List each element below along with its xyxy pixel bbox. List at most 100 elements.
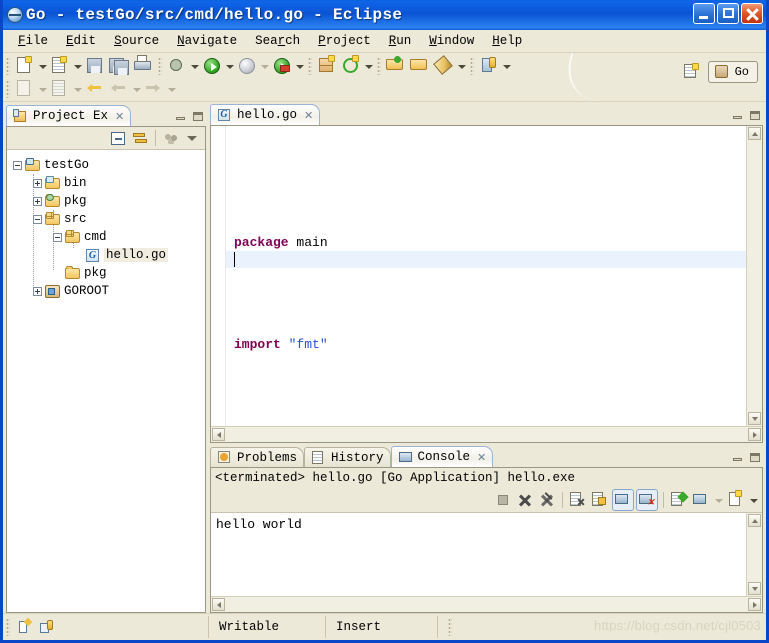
new-wizard-icon[interactable] [49,55,71,77]
editor-text-area[interactable]: package main import "fmt" func main() { … [226,126,746,426]
editor-vertical-scrollbar[interactable] [746,126,762,426]
open-console-icon[interactable] [726,490,746,510]
minimize-view-icon[interactable] [174,110,187,123]
toolbar-grip[interactable] [6,57,10,75]
new-go-project-icon[interactable] [340,55,362,77]
clear-console-icon[interactable] [568,490,588,510]
expander-pkg[interactable] [33,197,42,206]
debug-icon[interactable] [166,55,188,77]
menu-project[interactable]: Project [309,32,380,50]
open-resource-icon[interactable] [409,55,431,77]
expander-src[interactable] [33,215,42,224]
toolbar-grip-2[interactable] [158,57,162,75]
save-all-icon[interactable] [108,55,130,77]
tree-item-hello-go[interactable]: G hello.go [13,246,205,264]
tree-item-goroot[interactable]: GOROOT [13,282,205,300]
scroll-down-icon[interactable] [748,412,761,425]
console-tab-close-icon[interactable]: ✕ [477,451,486,464]
pin-console-icon[interactable] [669,490,689,510]
console-output-region[interactable]: hello world [211,513,762,596]
tree-item-src-pkg[interactable]: pkg [13,264,205,282]
toolbar-grip-5[interactable] [470,57,474,75]
new-file-icon[interactable] [14,55,36,77]
new-wizard-chevron-icon[interactable] [72,55,83,77]
tab-console[interactable]: Console ✕ [391,446,494,467]
annotation-chevron-icon[interactable] [37,78,48,100]
display-menu-chevron-icon[interactable] [713,489,724,511]
external-tools-icon[interactable] [271,55,293,77]
tab-problems[interactable]: Problems [210,447,304,467]
maximize-view-icon[interactable] [191,110,204,123]
console-scroll-up-icon[interactable] [748,514,761,527]
scroll-right-icon[interactable] [748,428,761,441]
minimize-editor-icon[interactable] [731,109,744,122]
console-vertical-scrollbar[interactable] [746,513,762,596]
menu-edit[interactable]: Edit [57,32,105,50]
toolbar-grip-4[interactable] [377,57,381,75]
editor-horizontal-scrollbar[interactable] [211,426,762,442]
tree-item-cmd[interactable]: cmd [13,228,205,246]
save-icon[interactable] [84,55,106,77]
focus-icon[interactable] [161,129,181,147]
external-tools-chevron-icon[interactable] [294,55,305,77]
console-scroll-left-icon[interactable] [212,598,225,611]
menu-window[interactable]: Window [420,32,483,50]
console-horizontal-scrollbar[interactable] [211,596,762,612]
menu-source[interactable]: Source [105,32,168,50]
pencil-icon[interactable] [433,55,455,77]
menu-run[interactable]: Run [380,32,421,50]
expander-goroot[interactable] [33,287,42,296]
project-tree[interactable]: testGo bin pkg [7,150,205,612]
print-icon[interactable] [132,55,154,77]
close-button[interactable] [741,3,763,24]
tree-item-src[interactable]: src [13,210,205,228]
display-selected-console-icon[interactable] [691,490,711,510]
link-with-editor-icon[interactable] [130,129,150,147]
scroll-left-icon[interactable] [212,428,225,441]
new-go-chevron-icon[interactable] [363,55,374,77]
maximize-editor-icon[interactable] [748,109,761,122]
tree-item-testgo[interactable]: testGo [13,156,205,174]
forward-icon[interactable] [143,78,165,100]
maximize-console-icon[interactable] [748,451,761,464]
tree-item-pkg[interactable]: pkg [13,192,205,210]
toolbar-grip-6[interactable] [6,80,10,98]
menu-navigate[interactable]: Navigate [168,32,246,50]
collapse-all-icon[interactable] [108,129,128,147]
menu-file[interactable]: File [9,32,57,50]
show-console-on-output-icon[interactable] [612,489,634,511]
new-file-chevron-icon[interactable] [37,55,48,77]
scroll-lock-icon[interactable] [590,490,610,510]
expander-bin[interactable] [33,179,42,188]
menu-search[interactable]: Search [246,32,309,50]
back-icon[interactable] [108,78,130,100]
profile-chevron-icon[interactable] [259,55,270,77]
view-menu-icon[interactable] [183,129,203,147]
back-to-icon[interactable] [84,78,106,100]
minimize-console-icon[interactable] [731,451,744,464]
last-edit-chevron-icon[interactable] [72,78,83,100]
debug-chevron-icon[interactable] [189,55,200,77]
console-scroll-down-icon[interactable] [748,582,761,595]
menu-help[interactable]: Help [483,32,531,50]
editor-tab-close-icon[interactable]: ✕ [304,109,313,122]
tab-project-explorer[interactable]: Project Ex ✕ [6,105,131,126]
forward-chevron-icon[interactable] [166,78,177,100]
status-grip-2[interactable] [448,618,452,636]
remove-all-launches-icon[interactable] [537,490,557,510]
expander-testgo[interactable] [13,161,22,170]
open-perspective-icon[interactable] [683,63,701,81]
run-icon[interactable] [201,55,223,77]
expander-cmd[interactable] [53,233,62,242]
open-type-icon[interactable] [385,55,407,77]
new-package-icon[interactable] [316,55,338,77]
open-console-chevron-icon[interactable] [748,489,759,511]
project-explorer-tab-close-icon[interactable]: ✕ [115,110,124,123]
build-icon[interactable] [478,55,500,77]
minimize-button[interactable] [693,3,715,24]
scroll-up-icon[interactable] [748,127,761,140]
show-console-on-error-icon[interactable]: ✕ [636,489,658,511]
tab-hello-go[interactable]: G hello.go ✕ [210,104,320,125]
toolbar-grip-3[interactable] [308,57,312,75]
pencil-chevron-icon[interactable] [456,55,467,77]
